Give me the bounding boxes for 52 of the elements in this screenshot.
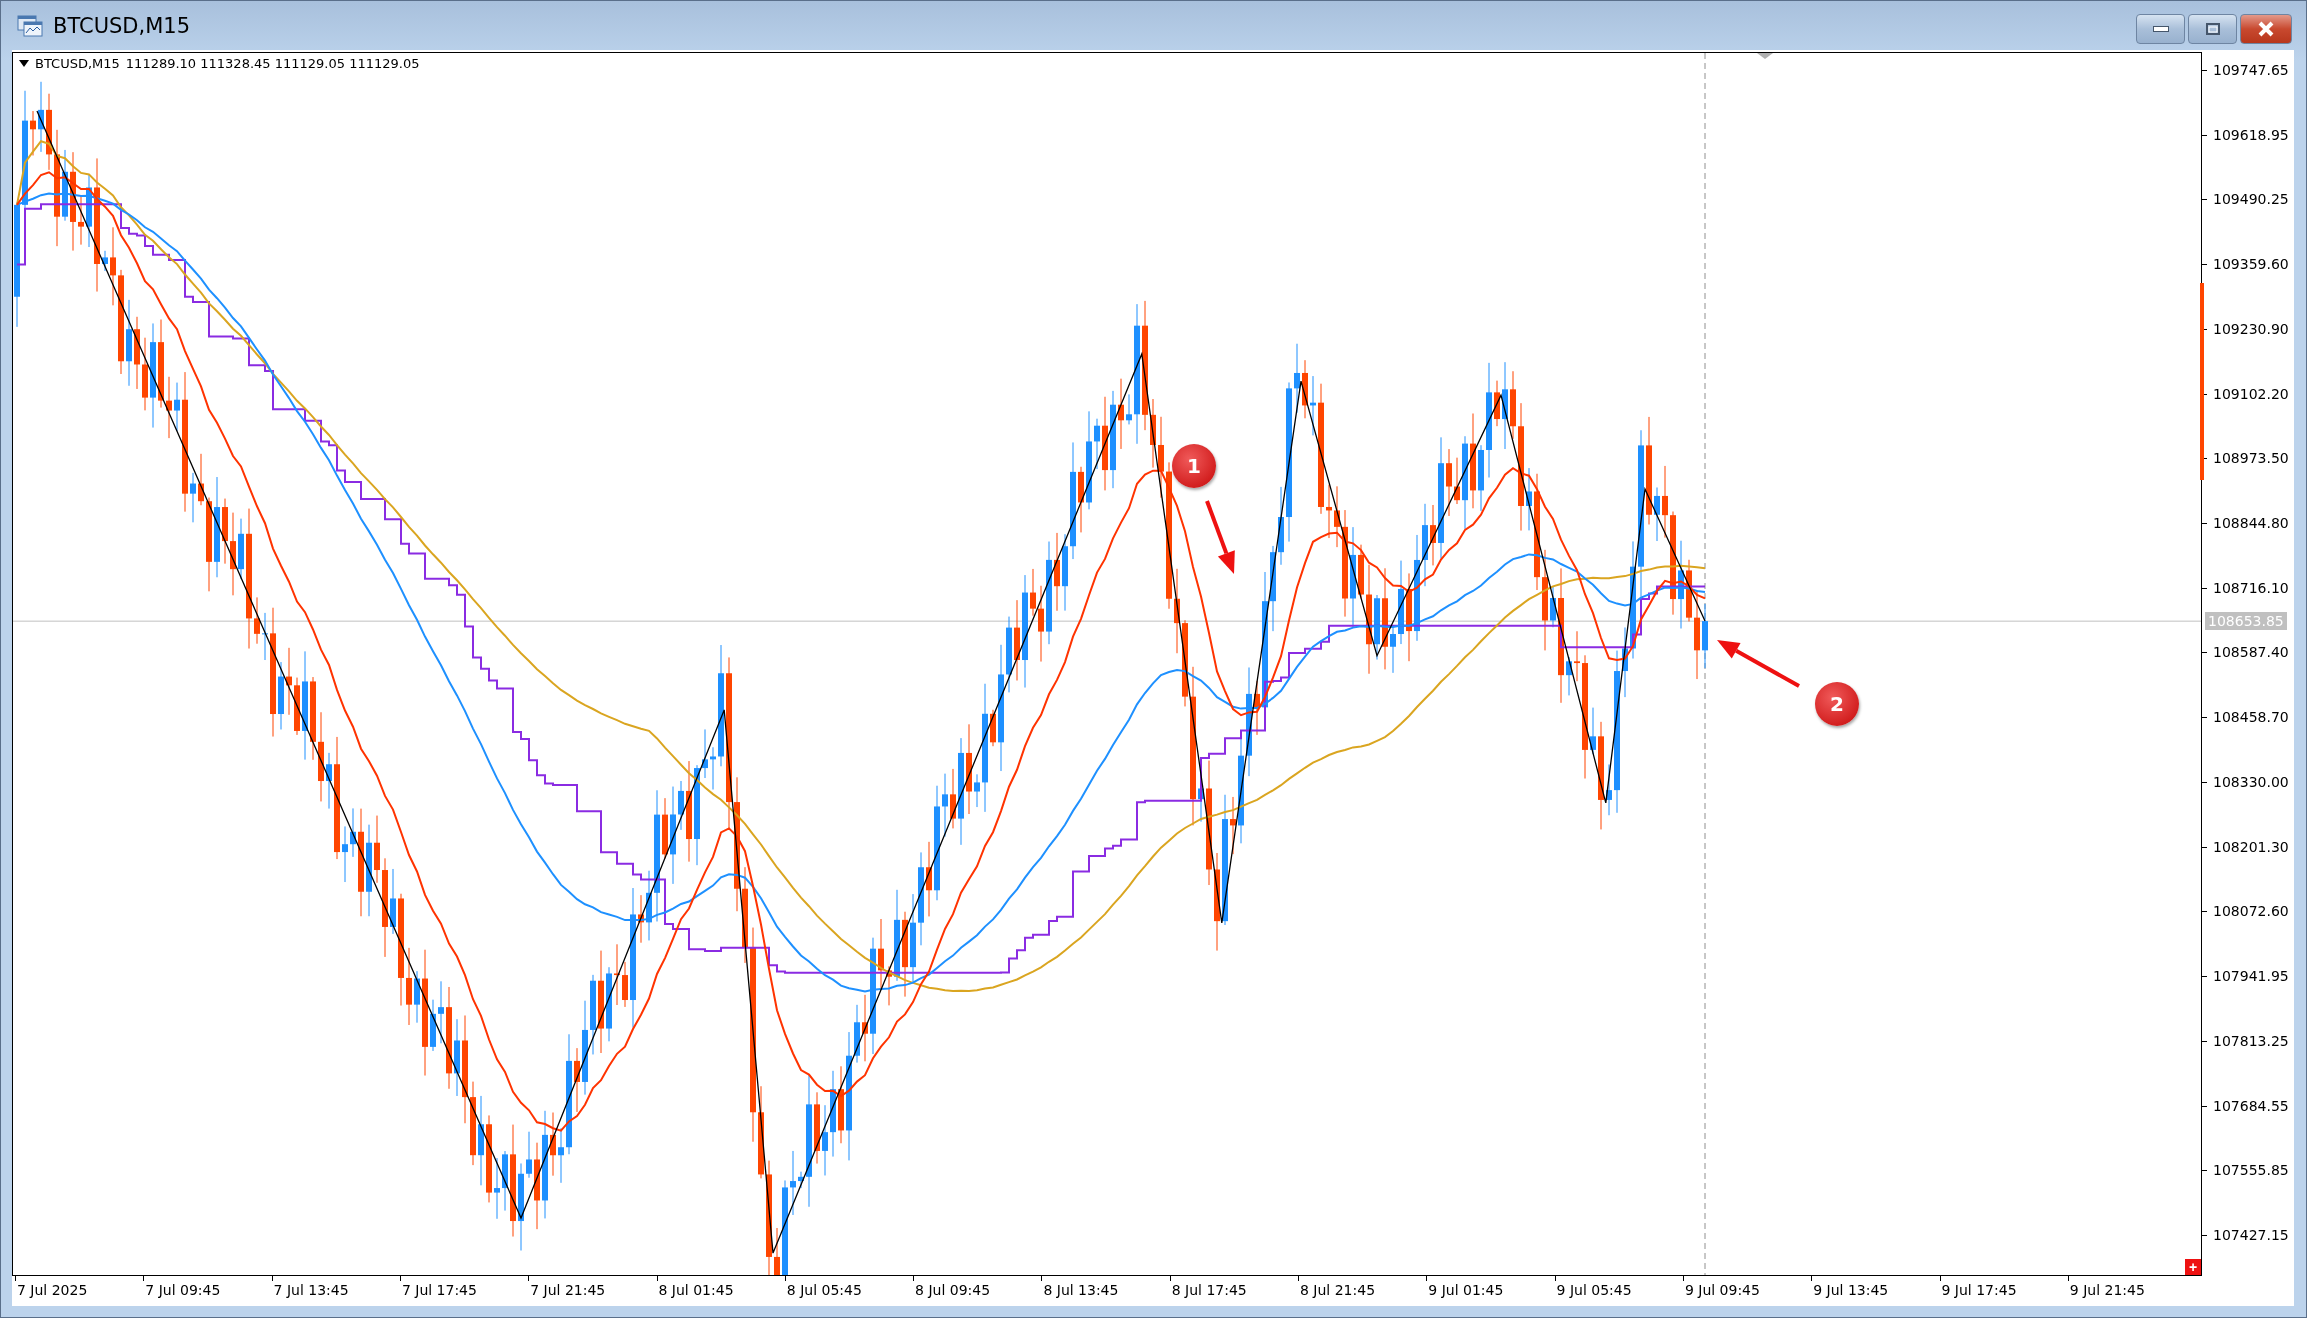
time-axis-label: 7 Jul 21:45 [530, 1282, 606, 1298]
time-axis-label: 9 Jul 05:45 [1556, 1282, 1632, 1298]
close-icon [2257, 21, 2275, 37]
time-axis-label: 7 Jul 2025 [17, 1282, 88, 1298]
price-axis-label: 108458.70 [2213, 709, 2289, 726]
chart-window-icon [17, 14, 43, 37]
dropdown-caret-icon[interactable] [19, 60, 29, 67]
time-axis-label: 9 Jul 01:45 [1428, 1282, 1504, 1298]
time-axis-label: 8 Jul 17:45 [1171, 1282, 1247, 1298]
chart-shift-icon [1757, 53, 1773, 59]
price-axis-label: 109230.90 [2213, 320, 2289, 337]
ohlc-values: 111289.10 111328.45 111129.05 111129.05 [125, 56, 420, 71]
time-axis-label: 9 Jul 17:45 [1941, 1282, 2017, 1298]
time-axis-label: 8 Jul 05:45 [786, 1282, 862, 1298]
current-price-label: 108653.85 [2205, 612, 2287, 631]
time-axis-label: 7 Jul 13:45 [273, 1282, 349, 1298]
numbered-marker: 1 [1172, 444, 1216, 488]
window-title: BTCUSD,M15 [53, 13, 191, 38]
price-axis-label: 108072.60 [2213, 903, 2289, 920]
time-axis-label: 8 Jul 13:45 [1043, 1282, 1119, 1298]
price-axis-label: 108201.30 [2213, 838, 2289, 855]
time-axis-label: 7 Jul 17:45 [401, 1282, 477, 1298]
minimize-icon [2152, 26, 2169, 32]
price-axis-label: 109359.60 [2213, 256, 2289, 273]
symbol-label: BTCUSD,M15 [35, 56, 120, 71]
maximize-icon [2205, 23, 2220, 35]
price-axis-label: 107684.55 [2213, 1097, 2289, 1114]
time-axis-label: 8 Jul 01:45 [658, 1282, 734, 1298]
time-axis-label: 8 Jul 21:45 [1300, 1282, 1376, 1298]
add-button[interactable]: + [2185, 1259, 2201, 1275]
minimize-button[interactable] [2136, 14, 2185, 44]
price-axis-label: 108716.10 [2213, 579, 2289, 596]
price-axis-label: 109618.95 [2213, 126, 2289, 143]
time-axis-label: 9 Jul 09:45 [1684, 1282, 1760, 1298]
price-axis-label: 108973.50 [2213, 450, 2289, 467]
maximize-button[interactable] [2188, 14, 2237, 44]
price-axis-label: 107555.85 [2213, 1162, 2289, 1179]
time-axis-label: 9 Jul 21:45 [2069, 1282, 2145, 1298]
close-button[interactable] [2240, 14, 2292, 44]
time-axis-label: 7 Jul 09:45 [145, 1282, 221, 1298]
price-axis-label: 109102.20 [2213, 385, 2289, 402]
numbered-marker: 2 [1815, 682, 1859, 726]
price-axis-label: 108330.00 [2213, 773, 2289, 790]
price-axis-label: 107941.95 [2213, 968, 2289, 985]
price-axis-label: 108587.40 [2213, 644, 2289, 661]
price-axis-label: 107813.25 [2213, 1032, 2289, 1049]
price-axis-label: 109490.25 [2213, 191, 2289, 208]
time-axis-label: 8 Jul 09:45 [915, 1282, 991, 1298]
price-axis-label: 107427.15 [2213, 1226, 2289, 1243]
price-axis-label: 109747.65 [2213, 62, 2289, 78]
price-axis-label: 108844.80 [2213, 515, 2289, 532]
time-axis-label: 9 Jul 13:45 [1813, 1282, 1889, 1298]
